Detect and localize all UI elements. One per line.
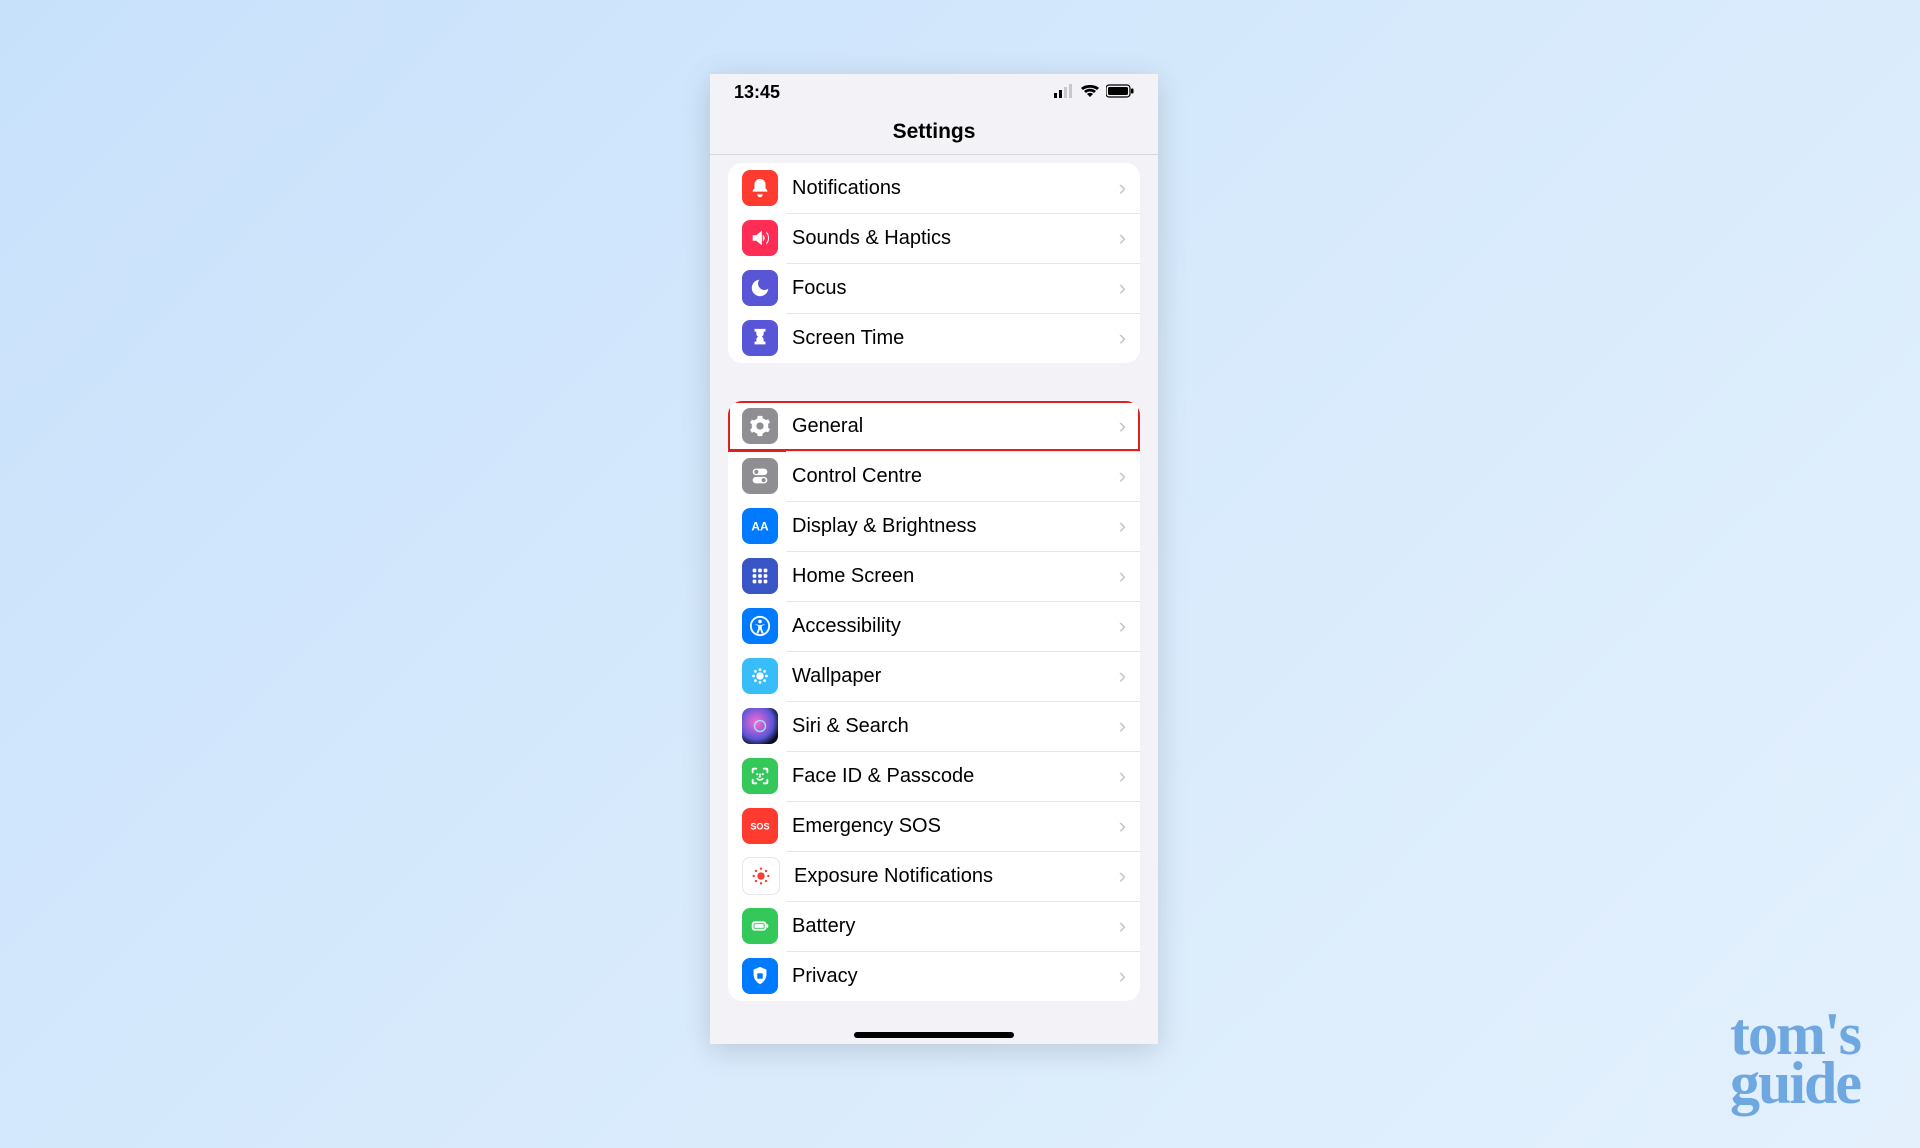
home-indicator[interactable]: [854, 1032, 1014, 1038]
row-privacy[interactable]: Privacy ›: [728, 951, 1140, 1001]
row-label: Privacy: [792, 965, 1119, 988]
faceid-icon: [742, 758, 778, 794]
display-icon: AA: [742, 508, 778, 544]
row-label: Display & Brightness: [792, 515, 1119, 538]
row-label: Screen Time: [792, 327, 1119, 350]
row-siri[interactable]: Siri & Search ›: [728, 701, 1140, 751]
iphone-frame: 13:45 Settings: [710, 74, 1158, 1044]
row-controlcentre[interactable]: Control Centre ›: [728, 451, 1140, 501]
row-general[interactable]: General ›: [728, 401, 1140, 451]
row-battery[interactable]: Battery ›: [728, 901, 1140, 951]
status-icons: [1054, 82, 1134, 103]
row-label: Exposure Notifications: [794, 865, 1119, 888]
notifications-icon: [742, 170, 778, 206]
chevron-right-icon: ›: [1119, 325, 1126, 351]
row-accessibility[interactable]: Accessibility ›: [728, 601, 1140, 651]
row-homescreen[interactable]: Home Screen ›: [728, 551, 1140, 601]
chevron-right-icon: ›: [1119, 663, 1126, 689]
chevron-right-icon: ›: [1119, 225, 1126, 251]
cellular-icon: [1054, 82, 1074, 103]
row-label: Sounds & Haptics: [792, 227, 1119, 250]
chevron-right-icon: ›: [1119, 813, 1126, 839]
row-label: Battery: [792, 915, 1119, 938]
row-label: Notifications: [792, 177, 1119, 200]
chevron-right-icon: ›: [1119, 275, 1126, 301]
accessibility-icon: [742, 608, 778, 644]
status-time: 13:45: [734, 82, 780, 103]
battery-icon: [742, 908, 778, 944]
tomsguide-watermark: tom's guide: [1730, 1010, 1860, 1108]
watermark-line2: guide: [1730, 1059, 1860, 1108]
svg-text:SOS: SOS: [750, 822, 769, 832]
row-notifications[interactable]: Notifications ›: [728, 163, 1140, 213]
exposure-icon: [742, 857, 780, 895]
row-label: General: [792, 415, 1119, 438]
row-label: Control Centre: [792, 465, 1119, 488]
privacy-icon: [742, 958, 778, 994]
chevron-right-icon: ›: [1119, 413, 1126, 439]
row-label: Home Screen: [792, 565, 1119, 588]
chevron-right-icon: ›: [1119, 863, 1126, 889]
row-label: Face ID & Passcode: [792, 765, 1119, 788]
row-label: Emergency SOS: [792, 815, 1119, 838]
general-icon: [742, 408, 778, 444]
wallpaper-icon: [742, 658, 778, 694]
row-sos[interactable]: SOS Emergency SOS ›: [728, 801, 1140, 851]
row-exposure[interactable]: Exposure Notifications ›: [728, 851, 1140, 901]
chevron-right-icon: ›: [1119, 713, 1126, 739]
row-screentime[interactable]: Screen Time ›: [728, 313, 1140, 363]
row-faceid[interactable]: Face ID & Passcode ›: [728, 751, 1140, 801]
row-label: Wallpaper: [792, 665, 1119, 688]
chevron-right-icon: ›: [1119, 763, 1126, 789]
wifi-icon: [1080, 82, 1100, 103]
row-label: Focus: [792, 277, 1119, 300]
settings-group-1: Notifications › Sounds & Haptics › Focus…: [728, 163, 1140, 363]
controlcentre-icon: [742, 458, 778, 494]
homescreen-icon: [742, 558, 778, 594]
page-title: Settings: [710, 110, 1158, 155]
chevron-right-icon: ›: [1119, 613, 1126, 639]
status-bar: 13:45: [710, 74, 1158, 110]
chevron-right-icon: ›: [1119, 175, 1126, 201]
row-focus[interactable]: Focus ›: [728, 263, 1140, 313]
siri-icon: [742, 708, 778, 744]
svg-text:AA: AA: [751, 520, 769, 534]
row-sounds[interactable]: Sounds & Haptics ›: [728, 213, 1140, 263]
focus-icon: [742, 270, 778, 306]
screentime-icon: [742, 320, 778, 356]
row-label: Accessibility: [792, 615, 1119, 638]
sos-icon: SOS: [742, 808, 778, 844]
battery-icon: [1106, 82, 1134, 103]
row-wallpaper[interactable]: Wallpaper ›: [728, 651, 1140, 701]
chevron-right-icon: ›: [1119, 563, 1126, 589]
row-display[interactable]: AA Display & Brightness ›: [728, 501, 1140, 551]
settings-group-2: General › Control Centre › AA Display & …: [728, 401, 1140, 1001]
row-label: Siri & Search: [792, 715, 1119, 738]
chevron-right-icon: ›: [1119, 963, 1126, 989]
chevron-right-icon: ›: [1119, 513, 1126, 539]
chevron-right-icon: ›: [1119, 463, 1126, 489]
chevron-right-icon: ›: [1119, 913, 1126, 939]
settings-scroll[interactable]: Notifications › Sounds & Haptics › Focus…: [710, 155, 1158, 1044]
article-page: 13:45 Settings: [0, 0, 1920, 1148]
sounds-icon: [742, 220, 778, 256]
